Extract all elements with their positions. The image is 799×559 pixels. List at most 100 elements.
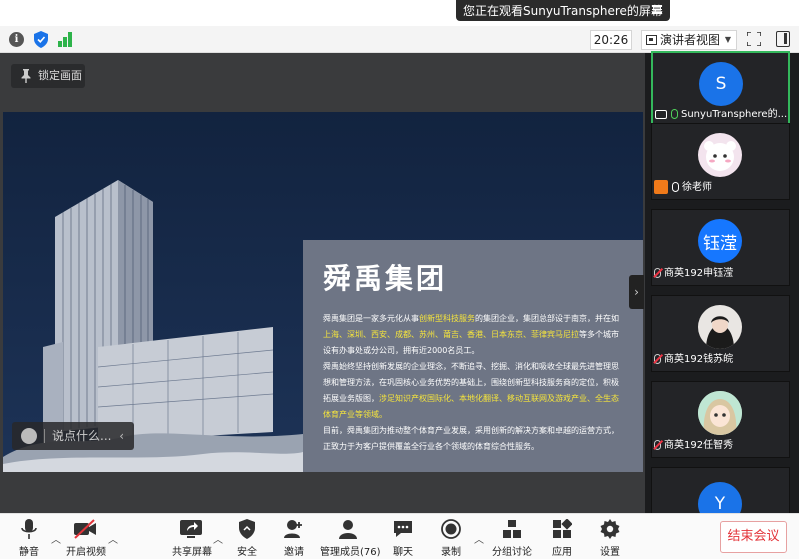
- fullscreen-icon[interactable]: [747, 32, 761, 46]
- participant-tile[interactable]: 钰滢 商英192申钰滢: [651, 209, 790, 286]
- invite-button[interactable]: 邀请: [283, 519, 305, 558]
- screen-share-icon: [655, 109, 667, 119]
- breakout-rooms-button[interactable]: 分组讨论: [492, 519, 532, 558]
- mute-button[interactable]: 静音: [16, 519, 42, 558]
- chevron-down-icon: ▼: [724, 35, 731, 44]
- info-icon[interactable]: i: [9, 32, 24, 47]
- speaker-view-icon: [646, 35, 657, 45]
- participant-name: 徐老师: [682, 182, 712, 193]
- collapse-panel-handle[interactable]: ›: [629, 275, 644, 309]
- meeting-window: 您正在观看SunyuTransphere的屏幕 i 20:26 演讲者视图 ▼: [0, 0, 799, 559]
- mic-muted-icon: [654, 354, 661, 364]
- chat-placeholder: 说点什么...: [52, 429, 112, 443]
- chevron-up-icon[interactable]: ︿: [213, 531, 223, 546]
- signal-icon[interactable]: [58, 32, 74, 47]
- add-user-icon: [284, 520, 302, 538]
- participant-tile[interactable]: S SunyuTransphere的...: [651, 51, 790, 128]
- lock-screen-button[interactable]: 锁定画面: [11, 64, 85, 88]
- chevron-up-icon[interactable]: ︿: [474, 531, 484, 546]
- chat-icon: [394, 521, 412, 537]
- apps-button[interactable]: 应用: [551, 519, 573, 558]
- participant-name: SunyuTransphere的...: [681, 109, 788, 120]
- settings-label: 设置: [600, 547, 620, 558]
- meeting-controls: 静音 ︿ 开启视频 ︿ 共享屏幕 ︿ 安全 邀请 管理成员(76) 聊天 录制 …: [0, 513, 799, 559]
- mic-muted-icon: [654, 440, 661, 450]
- participant-name: 商英192申钰滢: [664, 268, 734, 279]
- participant-name-row: SunyuTransphere的...: [653, 106, 788, 124]
- chat-button[interactable]: 聊天: [392, 519, 414, 558]
- chevron-up-icon[interactable]: ︿: [51, 531, 61, 546]
- photo-avatar-icon: [698, 305, 742, 349]
- quick-chat-input[interactable]: 说点什么... ‹: [12, 422, 134, 450]
- record-icon: [441, 519, 461, 539]
- share-screen-button[interactable]: 共享屏幕: [172, 519, 212, 558]
- slide-body: 舜禹集团是一家多元化从事创新型科技服务的集团企业，集团总部设于南京，并在如上海、…: [323, 311, 623, 455]
- breakout-rooms-icon: [503, 520, 521, 538]
- chat-label: 聊天: [393, 547, 413, 558]
- chevron-left-icon[interactable]: ‹: [119, 422, 124, 450]
- mute-label: 静音: [19, 547, 39, 558]
- sidebar-toggle-icon[interactable]: [776, 31, 790, 47]
- viewing-banner[interactable]: 您正在观看SunyuTransphere的屏幕: [456, 0, 670, 21]
- avatar: S: [699, 62, 743, 106]
- avatar: 钰滢: [698, 219, 742, 263]
- lock-screen-label: 锁定画面: [38, 69, 82, 82]
- invite-label: 邀请: [284, 547, 304, 558]
- meeting-timer: 20:26: [590, 30, 632, 50]
- share-screen-icon: [180, 520, 202, 538]
- security-button[interactable]: 安全: [236, 519, 258, 558]
- participants-icon: [339, 520, 357, 539]
- gear-icon: [600, 519, 620, 539]
- participant-tile[interactable]: 商英192任智秀: [651, 381, 790, 458]
- apps-label: 应用: [552, 547, 572, 558]
- view-mode-dropdown[interactable]: 演讲者视图 ▼: [641, 30, 737, 50]
- participant-tile[interactable]: 徐老师: [651, 123, 790, 200]
- menu-icon[interactable]: [652, 5, 662, 15]
- apps-icon: [553, 519, 572, 538]
- settings-button[interactable]: 设置: [599, 519, 621, 558]
- mic-muted-icon: [654, 268, 661, 278]
- participant-name-row: 徐老师: [652, 179, 789, 197]
- avatar: [698, 305, 742, 349]
- participant-name: 商英192钱苏皖: [664, 354, 734, 365]
- participants-panel: S SunyuTransphere的... 徐老师 钰滢 商英192申钰滢 商英…: [645, 51, 799, 544]
- security-label: 安全: [237, 547, 257, 558]
- shield-icon[interactable]: [34, 31, 48, 48]
- pin-icon: [21, 69, 31, 83]
- chevron-up-icon[interactable]: ︿: [108, 531, 118, 546]
- shared-screen: 锁定画面 舜禹集团 舜禹集团是一家多元化从事创新型科技服务的集团企业，集团总部设…: [0, 53, 645, 513]
- participant-name-row: 商英192任智秀: [652, 437, 789, 455]
- avatar: [698, 391, 742, 435]
- viewing-label: 您正在观看SunyuTransphere的屏幕: [463, 4, 663, 18]
- record-button[interactable]: 录制: [440, 519, 462, 558]
- manage-participants-label: 管理成员(76): [320, 547, 381, 558]
- share-screen-label: 共享屏幕: [172, 547, 212, 558]
- slide-text-panel: 舜禹集团 舜禹集团是一家多元化从事创新型科技服务的集团企业，集团总部设于南京，并…: [303, 240, 643, 472]
- end-meeting-button[interactable]: 结束会议: [720, 521, 787, 553]
- avatar: [698, 133, 742, 177]
- cartoon-avatar-icon: [704, 141, 736, 171]
- mic-icon: [672, 182, 679, 192]
- meeting-toolbar: i 20:26 演讲者视图 ▼: [0, 26, 799, 53]
- participant-name-row: 商英192钱苏皖: [652, 351, 789, 369]
- breakout-rooms-label: 分组讨论: [492, 547, 532, 558]
- participant-name-row: 商英192申钰滢: [652, 265, 789, 283]
- slide-title: 舜禹集团: [323, 262, 448, 295]
- manage-participants-button[interactable]: 管理成员(76): [320, 519, 381, 558]
- video-off-icon: [74, 519, 96, 539]
- top-strip: 您正在观看SunyuTransphere的屏幕: [0, 0, 799, 26]
- mic-icon: [671, 109, 678, 119]
- slide-text: 目前，舜禹集团为推动整个体育产业发展，采用创新的解决方案和卓越的运营方式，正致力…: [323, 426, 619, 451]
- microphone-icon: [21, 519, 37, 539]
- participant-tile[interactable]: 商英192钱苏皖: [651, 295, 790, 372]
- divider: [44, 429, 45, 443]
- slide-text: 舜禹集团是一家多元化从事: [323, 314, 419, 323]
- start-video-button[interactable]: 开启视频: [66, 519, 106, 558]
- record-label: 录制: [441, 547, 461, 558]
- view-mode-label: 演讲者视图: [660, 33, 721, 47]
- host-icon: [654, 180, 668, 194]
- participant-name: 商英192任智秀: [664, 440, 734, 451]
- slide-text: 的集团企业，集团总部设于南京，并在如: [475, 314, 619, 323]
- emoji-icon[interactable]: [21, 428, 37, 444]
- shield-icon: [239, 519, 255, 539]
